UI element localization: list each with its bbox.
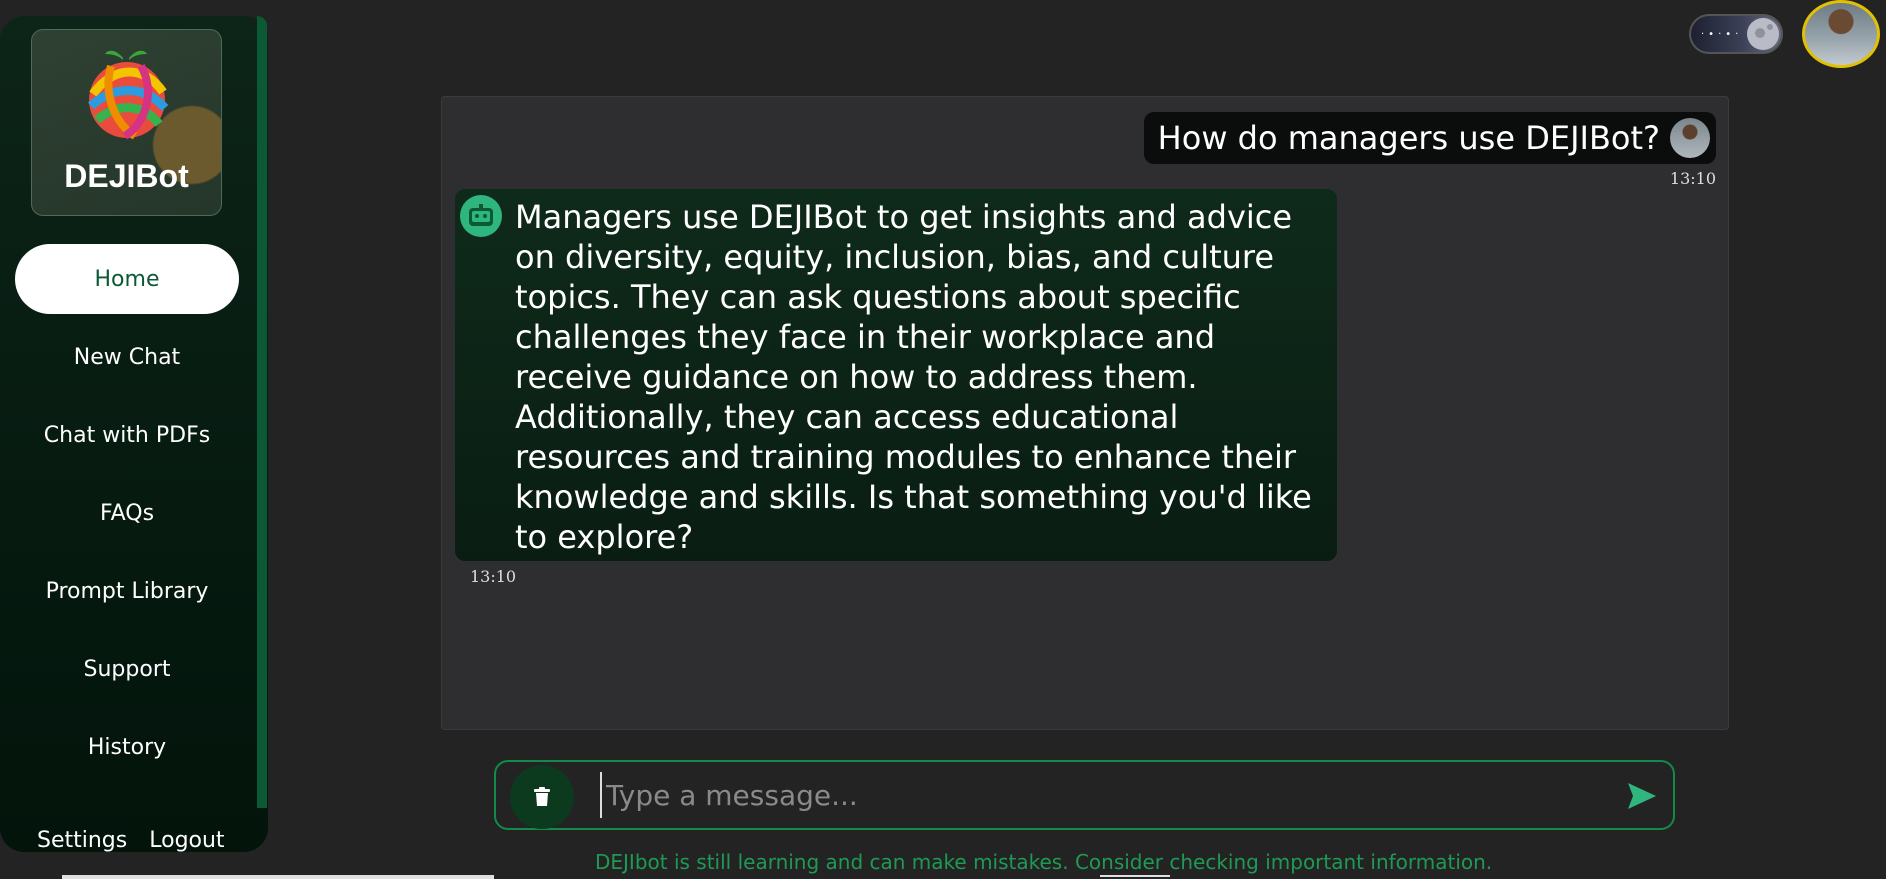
horizontal-scrollbar[interactable] <box>62 875 494 879</box>
robot-icon <box>460 195 502 237</box>
clear-chat-button[interactable] <box>510 765 574 829</box>
bot-message-text: Managers use DEJIBot to get insights and… <box>515 198 1312 556</box>
sidebar-item-history[interactable]: History <box>0 712 254 782</box>
sidebar-nav: Home New Chat Chat with PDFs FAQs Prompt… <box>0 244 254 790</box>
bot-message-bubble: Managers use DEJIBot to get insights and… <box>455 189 1337 561</box>
user-message-bubble: How do managers use DEJIBot? <box>1143 112 1716 164</box>
app-title: DEJIBot <box>64 158 189 194</box>
sidebar-item-prompt-library[interactable]: Prompt Library <box>0 556 254 626</box>
user-message-time: 13:10 <box>1669 169 1716 188</box>
logout-link[interactable]: Logout <box>149 828 224 853</box>
logo-card: DEJIBot <box>31 29 222 216</box>
sidebar-item-new-chat[interactable]: New Chat <box>0 322 254 392</box>
sidebar-item-faqs[interactable]: FAQs <box>0 478 254 548</box>
user-message-text: How do managers use DEJIBot? <box>1157 119 1660 157</box>
theme-toggle[interactable]: ·•·•· <box>1689 14 1783 54</box>
send-icon <box>1628 783 1656 809</box>
trash-icon <box>534 787 550 806</box>
sidebar-item-home[interactable]: Home <box>15 244 239 314</box>
send-button[interactable] <box>1626 781 1658 815</box>
settings-link[interactable]: Settings <box>37 828 127 853</box>
sidebar-item-chat-with-pdfs[interactable]: Chat with PDFs <box>0 400 254 470</box>
sidebar-item-support[interactable]: Support <box>0 634 254 704</box>
message-composer <box>494 760 1675 830</box>
sidebar: DEJIBot Home New Chat Chat with PDFs FAQ… <box>0 16 268 853</box>
message-input[interactable] <box>600 772 1550 818</box>
horizontal-scrollbar-thumb[interactable] <box>1100 875 1170 877</box>
chat-panel: How do managers use DEJIBot? 13:10 Manag… <box>441 96 1729 730</box>
sidebar-footer: Settings Logout <box>37 828 225 853</box>
bot-message-time: 13:10 <box>470 567 517 586</box>
yarn-ball-logo-icon <box>87 50 169 140</box>
profile-avatar[interactable] <box>1802 0 1880 68</box>
user-avatar <box>1670 118 1710 158</box>
moon-icon <box>1747 18 1779 50</box>
sidebar-scrollbar[interactable] <box>257 16 267 808</box>
stars-icon: ·•·•· <box>1701 29 1743 40</box>
disclaimer-text: DEJIbot is still learning and can make m… <box>595 850 1493 874</box>
